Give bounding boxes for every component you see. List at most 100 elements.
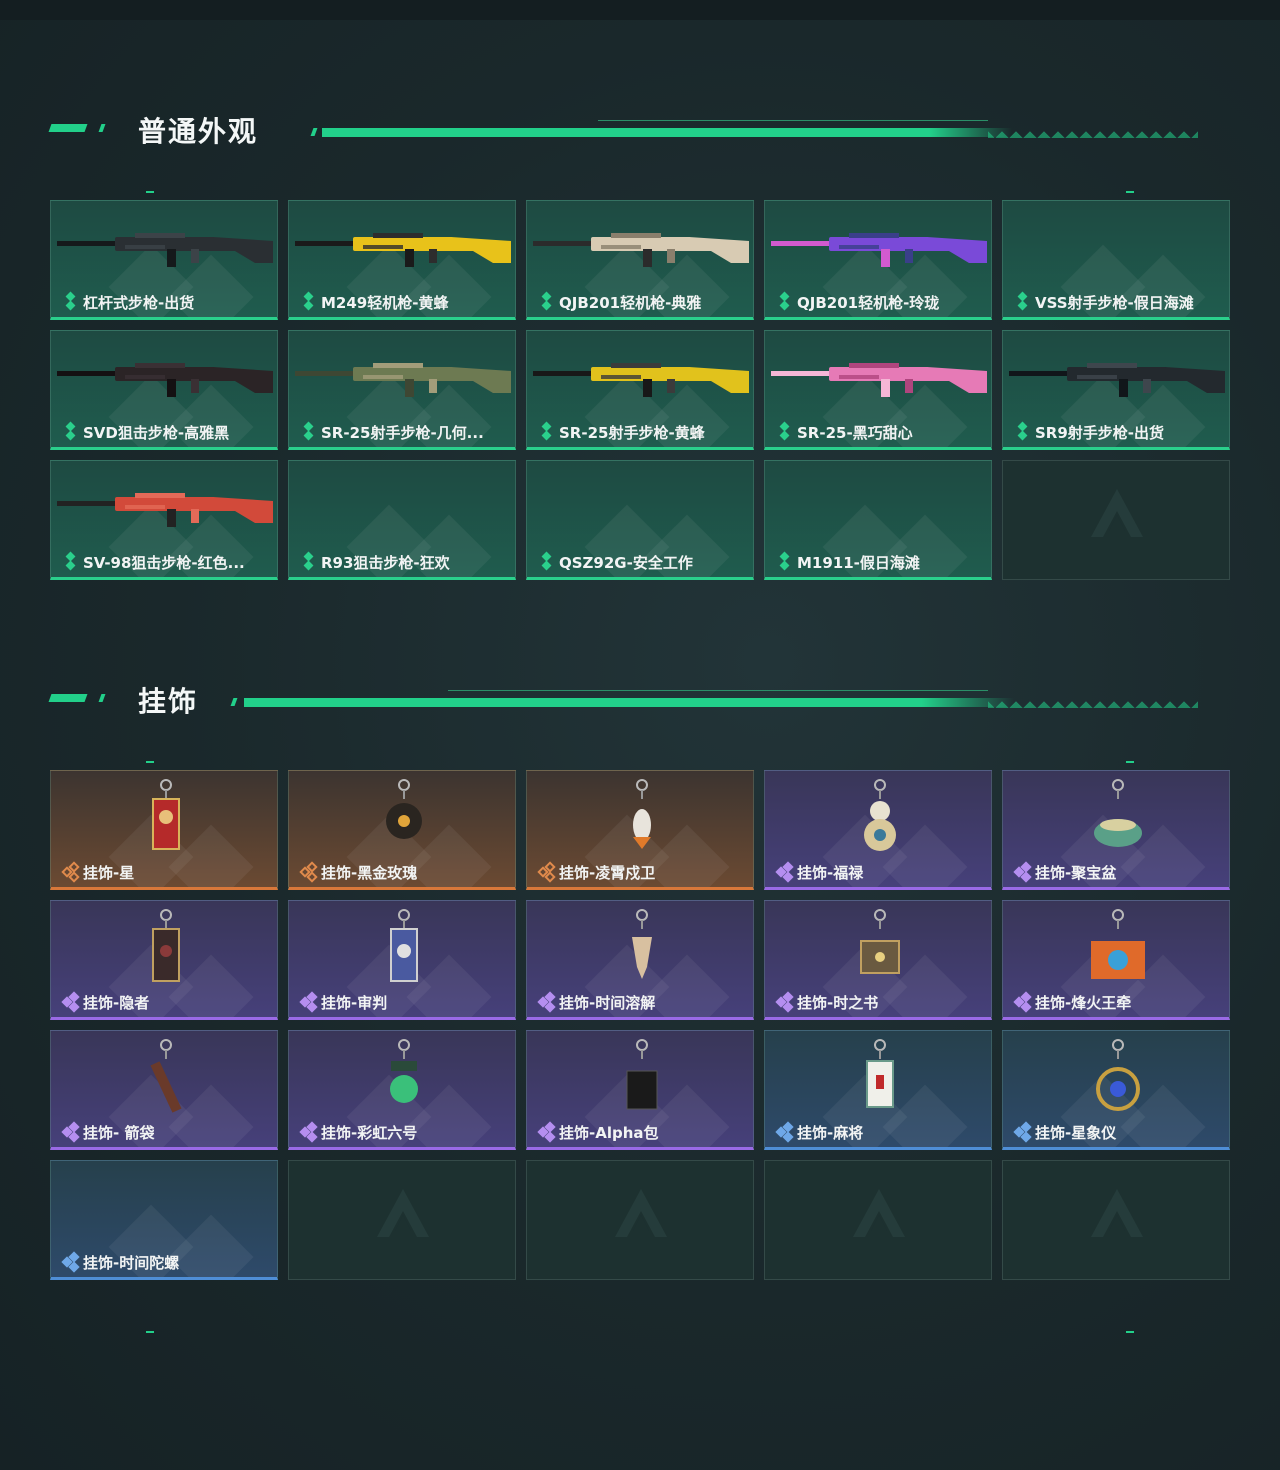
item-label: QSZ92G-安全工作 <box>559 554 693 572</box>
item-label: SV-98狙击步枪-红色... <box>83 554 245 572</box>
placeholder-logo-icon <box>373 1185 433 1249</box>
skin-card[interactable]: SR9射手步枪-出货 <box>1002 330 1230 450</box>
charm-image <box>131 907 201 1001</box>
weapon-image <box>293 349 513 415</box>
rarity-green-icon <box>539 551 555 571</box>
placeholder-logo-icon <box>849 1185 909 1249</box>
rarity-blue-icon <box>61 1251 80 1273</box>
charm-image <box>131 777 201 871</box>
item-label: 挂饰-麻将 <box>797 1124 864 1142</box>
section-title: 普通外观 <box>138 115 259 148</box>
charm-card[interactable]: 挂饰- 箭袋 <box>50 1030 278 1150</box>
skin-card[interactable]: M1911-假日海滩 <box>764 460 992 580</box>
rarity-purple-icon <box>537 1121 556 1143</box>
charm-image <box>845 907 915 1001</box>
corner-tick <box>1126 761 1134 763</box>
header-mark <box>48 694 88 702</box>
rarity-orange-icon <box>299 861 318 883</box>
item-label: 挂饰-隐者 <box>83 994 150 1012</box>
skin-card[interactable]: R93狙击步枪-狂欢 <box>288 460 516 580</box>
skin-card[interactable]: QJB201轻机枪-典雅 <box>526 200 754 320</box>
skin-card[interactable]: QJB201轻机枪-玲珑 <box>764 200 992 320</box>
charm-image <box>607 1037 677 1131</box>
charm-card[interactable]: 挂饰-彩虹六号 <box>288 1030 516 1150</box>
skin-card[interactable]: SR-25射手步枪-黄蜂 <box>526 330 754 450</box>
charm-card[interactable]: 挂饰-隐者 <box>50 900 278 1020</box>
rarity-green-icon <box>539 421 555 441</box>
item-label: 挂饰-黑金玫瑰 <box>321 864 418 882</box>
weapon-image <box>55 349 275 415</box>
item-label: QJB201轻机枪-典雅 <box>559 294 702 312</box>
rarity-green-icon <box>301 421 317 441</box>
item-label: 挂饰- 箭袋 <box>83 1124 155 1142</box>
rarity-blue-icon <box>1013 1121 1032 1143</box>
weapon-image <box>769 349 989 415</box>
charm-card[interactable]: 挂饰-时间溶解 <box>526 900 754 1020</box>
skin-card[interactable]: SVD狙击步枪-高雅黑 <box>50 330 278 450</box>
charm-card[interactable]: 挂饰-聚宝盆 <box>1002 770 1230 890</box>
charm-image <box>131 1037 201 1131</box>
weapon-image <box>1007 349 1227 415</box>
header-mark <box>98 124 106 132</box>
rarity-green-icon <box>777 551 793 571</box>
placeholder-logo-icon <box>1087 1185 1147 1249</box>
charms-grid: 挂饰-星 挂饰-黑金玫瑰 挂饰-凌霄戍卫 挂饰-福禄 挂饰-聚宝盆 挂饰-隐者 挂饰-审判挂… <box>50 770 1230 1280</box>
corner-tick <box>146 761 154 763</box>
charm-card[interactable]: 挂饰-Alpha包 <box>526 1030 754 1150</box>
item-label: 挂饰-烽火王牵 <box>1035 994 1132 1012</box>
skin-card[interactable]: SV-98狙击步枪-红色... <box>50 460 278 580</box>
item-label: 挂饰-Alpha包 <box>559 1124 659 1142</box>
item-label: 挂饰-聚宝盆 <box>1035 864 1117 882</box>
rarity-green-icon <box>777 421 793 441</box>
rarity-purple-icon <box>775 991 794 1013</box>
item-label: M1911-假日海滩 <box>797 554 920 572</box>
charm-image <box>369 777 439 871</box>
charm-image <box>369 907 439 1001</box>
charm-image <box>1083 777 1153 871</box>
charm-card[interactable]: 挂饰-福禄 <box>764 770 992 890</box>
skin-card[interactable]: M249轻机枪-黄蜂 <box>288 200 516 320</box>
charm-card[interactable]: 挂饰-审判 <box>288 900 516 1020</box>
weapon-image <box>293 219 513 285</box>
rarity-purple-icon <box>1013 991 1032 1013</box>
item-label: SR-25-黑巧甜心 <box>797 424 913 442</box>
item-label: M249轻机枪-黄蜂 <box>321 294 449 312</box>
weapon-image <box>531 349 751 415</box>
charm-card[interactable]: 挂饰-星 <box>50 770 278 890</box>
section-title: 挂饰 <box>138 685 199 718</box>
charm-card[interactable]: 挂饰-黑金玫瑰 <box>288 770 516 890</box>
rarity-green-icon <box>301 291 317 311</box>
rarity-purple-icon <box>61 991 80 1013</box>
rarity-orange-icon <box>537 861 556 883</box>
skin-card[interactable]: 杠杆式步枪-出货 <box>50 200 278 320</box>
charm-card[interactable]: 挂饰-烽火王牵 <box>1002 900 1230 1020</box>
charm-card[interactable]: 挂饰-星象仪 <box>1002 1030 1230 1150</box>
corner-tick <box>146 1331 154 1333</box>
charm-card[interactable]: 挂饰-麻将 <box>764 1030 992 1150</box>
weapon-image <box>55 219 275 285</box>
corner-tick <box>1126 1331 1134 1333</box>
item-label: 挂饰-审判 <box>321 994 388 1012</box>
charm-image <box>1083 907 1153 1001</box>
charm-card[interactable]: 挂饰-时之书 <box>764 900 992 1020</box>
skin-card[interactable]: SR-25射手步枪-几何... <box>288 330 516 450</box>
charm-card[interactable]: 挂饰-凌霄戍卫 <box>526 770 754 890</box>
charm-image <box>845 777 915 871</box>
charm-card[interactable]: 挂饰-时间陀螺 <box>50 1160 278 1280</box>
rarity-green-icon <box>301 551 317 571</box>
rarity-purple-icon <box>61 1121 80 1143</box>
rarity-green-icon <box>63 291 79 311</box>
weapon-image <box>55 479 275 545</box>
item-label: 挂饰-时之书 <box>797 994 879 1012</box>
header-decor-bar <box>308 114 1200 142</box>
skin-card[interactable]: VSS射手步枪-假日海滩 <box>1002 200 1230 320</box>
placeholder-logo-icon <box>1087 485 1147 549</box>
rarity-purple-icon <box>537 991 556 1013</box>
placeholder-logo-icon <box>611 1185 671 1249</box>
item-label: 挂饰-福禄 <box>797 864 864 882</box>
skin-card[interactable]: QSZ92G-安全工作 <box>526 460 754 580</box>
item-label: R93狙击步枪-狂欢 <box>321 554 450 572</box>
weapon-image <box>769 219 989 285</box>
skin-card[interactable]: SR-25-黑巧甜心 <box>764 330 992 450</box>
rarity-orange-icon <box>61 861 80 883</box>
